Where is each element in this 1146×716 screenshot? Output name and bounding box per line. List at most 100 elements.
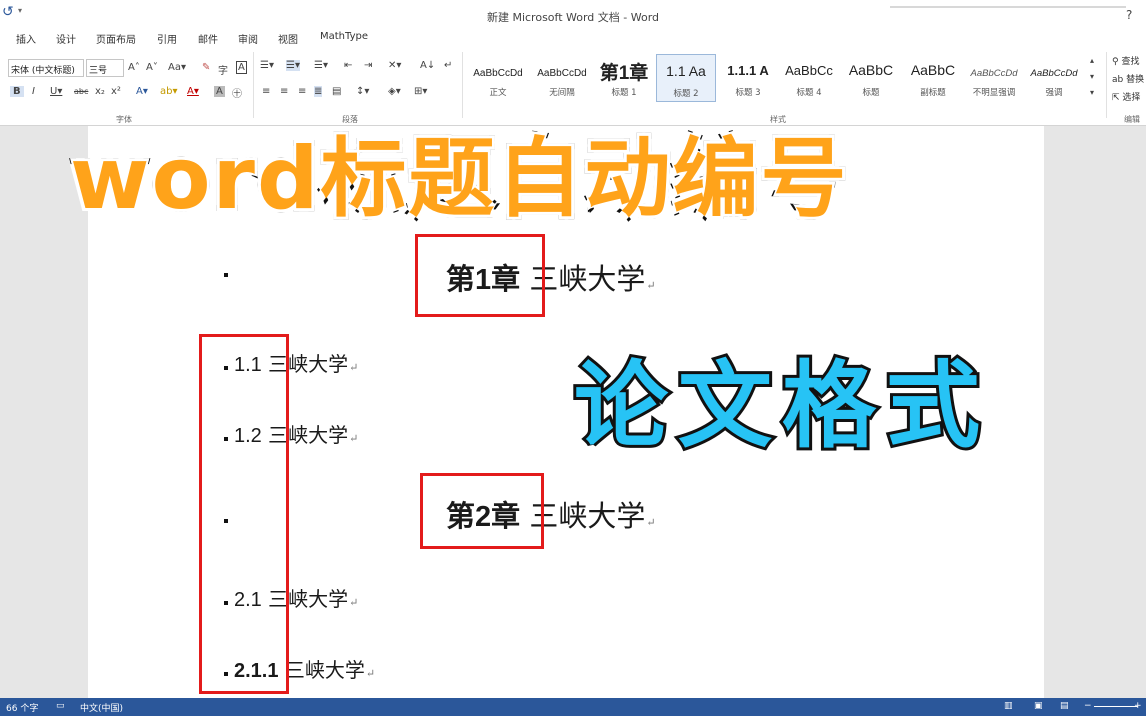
font-color-icon[interactable]: A▾ bbox=[187, 86, 199, 97]
bullets-icon[interactable]: ☰▾ bbox=[260, 60, 274, 71]
style-name: 标题 bbox=[862, 88, 880, 98]
align-center-icon[interactable]: ≡ bbox=[280, 86, 288, 97]
tab-mailings[interactable]: 邮件 bbox=[198, 31, 218, 46]
shrink-font-icon[interactable]: A˅ bbox=[146, 62, 158, 73]
strikethrough-button[interactable]: abc bbox=[74, 87, 88, 96]
style-no-spacing[interactable]: AaBbCcDd 无间隔 bbox=[530, 54, 594, 102]
highlight-icon[interactable]: ab▾ bbox=[160, 86, 178, 97]
style-preview: 第1章 bbox=[599, 63, 649, 84]
read-mode-icon[interactable]: ▥ bbox=[1004, 701, 1013, 711]
superscript-button[interactable]: x² bbox=[111, 86, 121, 97]
style-name: 副标题 bbox=[920, 88, 946, 98]
window-title: 新建 Microsoft Word 文档 - Word bbox=[486, 11, 660, 24]
style-name: 强调 bbox=[1045, 88, 1063, 98]
style-subtle-emphasis[interactable]: AaBbCcDd 不明显强调 bbox=[964, 54, 1024, 102]
style-preview: 1.1 Aa bbox=[666, 63, 706, 79]
tab-references[interactable]: 引用 bbox=[157, 31, 177, 46]
paragraph-mark: ↵ bbox=[349, 596, 359, 609]
tab-design[interactable]: 设计 bbox=[56, 31, 76, 46]
borders-icon[interactable]: ⊞▾ bbox=[414, 86, 427, 97]
enclose-char-icon[interactable]: ㊉ bbox=[232, 85, 242, 100]
paragraph-mark: ↵ bbox=[365, 667, 376, 680]
bold-button[interactable]: B bbox=[10, 86, 24, 97]
styles-gallery: AaBbCcDd 正文 AaBbCcDd 无间隔 第1章 标题 1 1.1 Aa… bbox=[466, 54, 1102, 102]
style-preview: AaBbCcDd bbox=[1030, 68, 1078, 79]
style-heading-3[interactable]: 1.1.1 A 标题 3 bbox=[718, 54, 778, 102]
print-layout-icon[interactable]: ▣ bbox=[1034, 701, 1043, 711]
proofing-icon[interactable]: ▭ bbox=[56, 701, 65, 711]
word-count[interactable]: 66 个字 bbox=[6, 701, 38, 714]
char-shading-icon[interactable]: A bbox=[214, 86, 225, 97]
tab-view[interactable]: 视图 bbox=[278, 31, 298, 46]
styles-scroll-up-icon[interactable]: ▴ bbox=[1090, 56, 1094, 65]
replace-icon: ab bbox=[1112, 75, 1124, 85]
select-button[interactable]: ⇱ 选择 bbox=[1112, 90, 1140, 103]
style-heading-4[interactable]: AaBbCc 标题 4 bbox=[778, 54, 840, 102]
paragraph-mark: ↵ bbox=[646, 279, 656, 292]
style-preview: AaBbCcDd bbox=[537, 68, 587, 79]
zoom-slider[interactable] bbox=[1094, 706, 1138, 707]
find-button[interactable]: ⚲ 查找 bbox=[1112, 54, 1139, 67]
subscript-button[interactable]: x₂ bbox=[95, 86, 105, 97]
style-preview: AaBbC bbox=[910, 62, 956, 78]
change-case-icon[interactable]: Aa▾ bbox=[168, 62, 186, 73]
italic-button[interactable]: I bbox=[32, 86, 35, 97]
clear-format-icon[interactable]: ✎ bbox=[202, 62, 210, 73]
ribbon-tabs: 插入 设计 页面布局 引用 邮件 审阅 视图 MathType bbox=[0, 28, 1146, 48]
multilevel-list-icon[interactable]: ☰▾ bbox=[314, 60, 328, 71]
sort-icon[interactable]: A↓ bbox=[420, 60, 435, 71]
replace-button[interactable]: ab 替换 bbox=[1112, 72, 1144, 85]
overlay-subtitle: 论文格式 bbox=[571, 349, 991, 464]
style-normal[interactable]: AaBbCcDd 正文 bbox=[466, 54, 530, 102]
phonetic-guide-icon[interactable]: 字 bbox=[218, 62, 228, 77]
zoom-in-icon[interactable]: + bbox=[1134, 701, 1142, 711]
style-heading-2[interactable]: 1.1 Aa 标题 2 bbox=[656, 54, 716, 102]
chapter-1-highlight-box bbox=[415, 234, 545, 317]
justify-icon[interactable]: ≣ bbox=[314, 86, 323, 97]
web-layout-icon[interactable]: ▤ bbox=[1060, 701, 1069, 711]
asian-layout-icon[interactable]: ✕▾ bbox=[388, 60, 401, 71]
align-right-icon[interactable]: ≡ bbox=[298, 86, 306, 97]
status-bar: 66 个字 ▭ 中文(中国) ▥ ▣ ▤ − + bbox=[0, 698, 1146, 716]
style-emphasis[interactable]: AaBbCcDd 强调 bbox=[1024, 54, 1084, 102]
style-preview: AaBbCcDd bbox=[970, 68, 1018, 79]
tab-mathtype[interactable]: MathType bbox=[320, 31, 368, 42]
style-name: 标题 1 bbox=[611, 88, 637, 98]
language-indicator[interactable]: 中文(中国) bbox=[80, 701, 123, 714]
distributed-icon[interactable]: ▤ bbox=[332, 86, 341, 97]
style-preview: 1.1.1 A bbox=[727, 63, 769, 78]
shading-icon[interactable]: ◈▾ bbox=[388, 86, 401, 97]
tab-insert[interactable]: 插入 bbox=[16, 31, 36, 46]
search-strip bbox=[890, 6, 1126, 8]
grow-font-icon[interactable]: A˄ bbox=[128, 62, 140, 73]
style-title[interactable]: AaBbC 标题 bbox=[840, 54, 902, 102]
char-border-icon[interactable]: A bbox=[236, 61, 247, 74]
text-effects-icon[interactable]: A▾ bbox=[136, 86, 148, 97]
separator bbox=[1106, 52, 1107, 118]
zoom-out-icon[interactable]: − bbox=[1084, 701, 1092, 711]
tab-layout[interactable]: 页面布局 bbox=[96, 31, 136, 46]
style-preview: AaBbCc bbox=[785, 63, 833, 78]
font-name-dropdown[interactable]: 宋体 (中文标题) bbox=[8, 59, 84, 77]
styles-more-icon[interactable]: ▾ bbox=[1090, 88, 1094, 97]
show-marks-icon[interactable]: ↵ bbox=[444, 60, 452, 71]
font-size-dropdown[interactable]: 三号 bbox=[86, 59, 124, 77]
style-name: 不明显强调 bbox=[972, 88, 1016, 98]
styles-scroll-down-icon[interactable]: ▾ bbox=[1090, 72, 1094, 81]
overlay-title: word标题自动编号 bbox=[67, 126, 850, 232]
align-left-icon[interactable]: ≡ bbox=[262, 86, 270, 97]
line-spacing-icon[interactable]: ↕▾ bbox=[356, 86, 369, 97]
style-heading-1[interactable]: 第1章 标题 1 bbox=[594, 54, 654, 102]
tab-review[interactable]: 审阅 bbox=[238, 31, 258, 46]
numbering-icon[interactable]: ☰▾ bbox=[286, 60, 300, 71]
find-label: 查找 bbox=[1121, 57, 1140, 67]
help-button[interactable]: ? bbox=[1126, 8, 1132, 22]
heading-text: 三峡大学 bbox=[529, 499, 646, 533]
underline-button[interactable]: U▾ bbox=[50, 86, 62, 97]
paragraph-mark: ↵ bbox=[646, 516, 656, 529]
decrease-indent-icon[interactable]: ⇤ bbox=[344, 60, 352, 71]
title-bar: ↺ ▾ 新建 Microsoft Word 文档 - Word ? bbox=[0, 0, 1146, 28]
style-name: 正文 bbox=[489, 88, 507, 98]
increase-indent-icon[interactable]: ⇥ bbox=[364, 60, 372, 71]
style-subtitle[interactable]: AaBbC 副标题 bbox=[902, 54, 964, 102]
